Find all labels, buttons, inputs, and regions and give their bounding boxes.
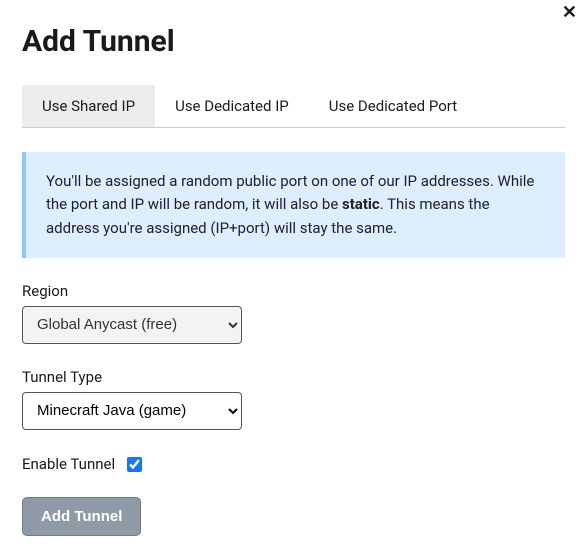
enable-tunnel-row: Enable Tunnel [22, 454, 565, 475]
close-icon[interactable]: ✕ [562, 4, 577, 22]
region-field: Region Global Anycast (free) [22, 282, 565, 344]
tunnel-type-field: Tunnel Type Minecraft Java (game) [22, 368, 565, 430]
enable-tunnel-checkbox[interactable] [127, 457, 142, 472]
region-label: Region [22, 282, 565, 300]
tunnel-type-select[interactable]: Minecraft Java (game) [22, 392, 242, 430]
enable-tunnel-label: Enable Tunnel [22, 455, 115, 473]
tab-shared-ip[interactable]: Use Shared IP [22, 85, 155, 127]
info-box: You'll be assigned a random public port … [22, 152, 565, 258]
region-select[interactable]: Global Anycast (free) [22, 306, 242, 344]
tunnel-type-label: Tunnel Type [22, 368, 565, 386]
tab-dedicated-port[interactable]: Use Dedicated Port [309, 85, 477, 127]
dialog-title: Add Tunnel [22, 24, 565, 59]
add-tunnel-button[interactable]: Add Tunnel [22, 497, 141, 536]
dialog-container: Add Tunnel Use Shared IP Use Dedicated I… [0, 0, 587, 558]
tab-bar: Use Shared IP Use Dedicated IP Use Dedic… [22, 85, 565, 128]
tab-dedicated-ip[interactable]: Use Dedicated IP [155, 85, 309, 127]
info-text-bold: static [342, 195, 380, 213]
